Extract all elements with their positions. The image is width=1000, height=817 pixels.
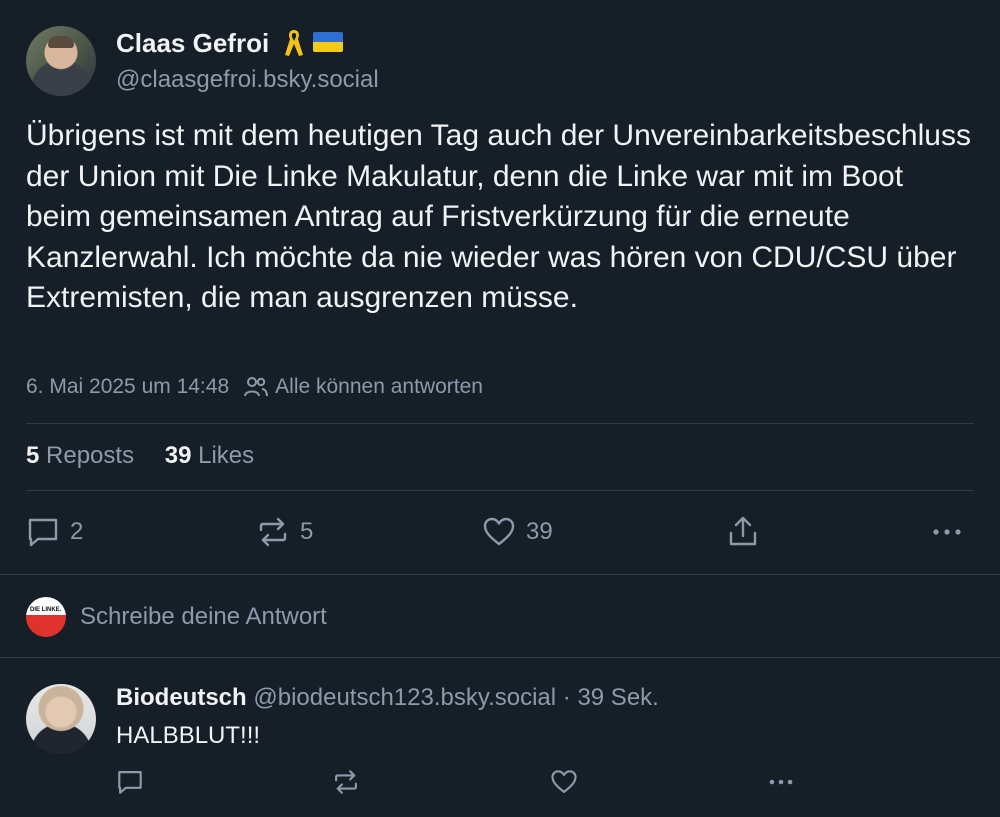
reply-author-handle[interactable]: @biodeutsch123.bsky.social · 39 Sek. <box>253 684 658 711</box>
yellow-ribbon-icon <box>285 30 304 56</box>
repost-button[interactable]: 5 <box>256 510 313 554</box>
reply-permission[interactable]: Alle können antworten <box>243 375 483 399</box>
reply-action-bar <box>116 768 986 802</box>
post-action-bar: 2 5 39 <box>26 510 976 554</box>
likes-stat[interactable]: 39 Likes <box>165 442 254 469</box>
post-timestamp[interactable]: 6. Mai 2025 um 14:48 <box>26 375 229 399</box>
reply-author-avatar[interactable] <box>26 684 96 754</box>
heart-icon <box>551 770 577 793</box>
reply-post[interactable]: Biodeutsch @biodeutsch123.bsky.social · … <box>26 684 986 814</box>
reply-more-button[interactable] <box>766 768 796 796</box>
author-handle[interactable]: @claasgefroi.bsky.social <box>116 66 379 94</box>
more-horizontal-icon <box>769 779 793 785</box>
reply-repost-button[interactable] <box>332 768 360 796</box>
reply-composer[interactable]: Schreibe deine Antwort <box>26 596 976 638</box>
post-meta: 6. Mai 2025 um 14:48 Alle können antwort… <box>26 375 483 399</box>
author-name-text: Claas Gefroi <box>116 28 270 58</box>
post-text: Übrigens ist mit dem heutigen Tag auch d… <box>26 119 971 314</box>
reply-count: 2 <box>70 518 84 545</box>
author-avatar[interactable] <box>26 26 96 96</box>
repost-icon <box>259 517 287 547</box>
ukraine-flag-icon <box>313 32 344 52</box>
share-icon <box>729 516 757 546</box>
reply-permission-label: Alle können antworten <box>275 375 483 398</box>
people-icon <box>244 377 269 397</box>
reply-reply-button[interactable] <box>116 768 144 796</box>
more-horizontal-icon <box>933 529 961 535</box>
share-button[interactable] <box>726 510 760 554</box>
reply-header: Biodeutsch @biodeutsch123.bsky.social · … <box>116 684 659 712</box>
reply-composer-placeholder: Schreibe deine Antwort <box>80 603 327 630</box>
reply-icon <box>28 518 58 547</box>
heart-icon <box>483 517 515 546</box>
repost-icon <box>335 770 357 794</box>
reply-button[interactable]: 2 <box>26 510 83 554</box>
reply-text: HALBBLUT!!! <box>116 722 261 749</box>
post-stats: 5 Reposts 39 Likes <box>26 442 278 470</box>
reply-author-name[interactable]: Biodeutsch <box>116 684 247 711</box>
reposts-stat[interactable]: 5 Reposts <box>26 442 134 469</box>
reply-icon <box>118 771 142 794</box>
divider-top <box>26 423 974 424</box>
repost-count: 5 <box>300 518 314 545</box>
reply-like-button[interactable] <box>550 768 578 796</box>
divider-composer-bottom <box>0 657 1000 658</box>
post-author-row: Claas Gefroi @claasgefroi.bsky.social <box>26 26 986 96</box>
like-count: 39 <box>526 518 553 545</box>
more-options-button[interactable] <box>930 510 964 554</box>
current-user-avatar <box>26 597 66 637</box>
divider-stats <box>26 490 974 491</box>
like-button[interactable]: 39 <box>482 510 553 554</box>
divider-composer-top <box>0 574 1000 575</box>
author-display-name[interactable]: Claas Gefroi <box>116 28 344 59</box>
